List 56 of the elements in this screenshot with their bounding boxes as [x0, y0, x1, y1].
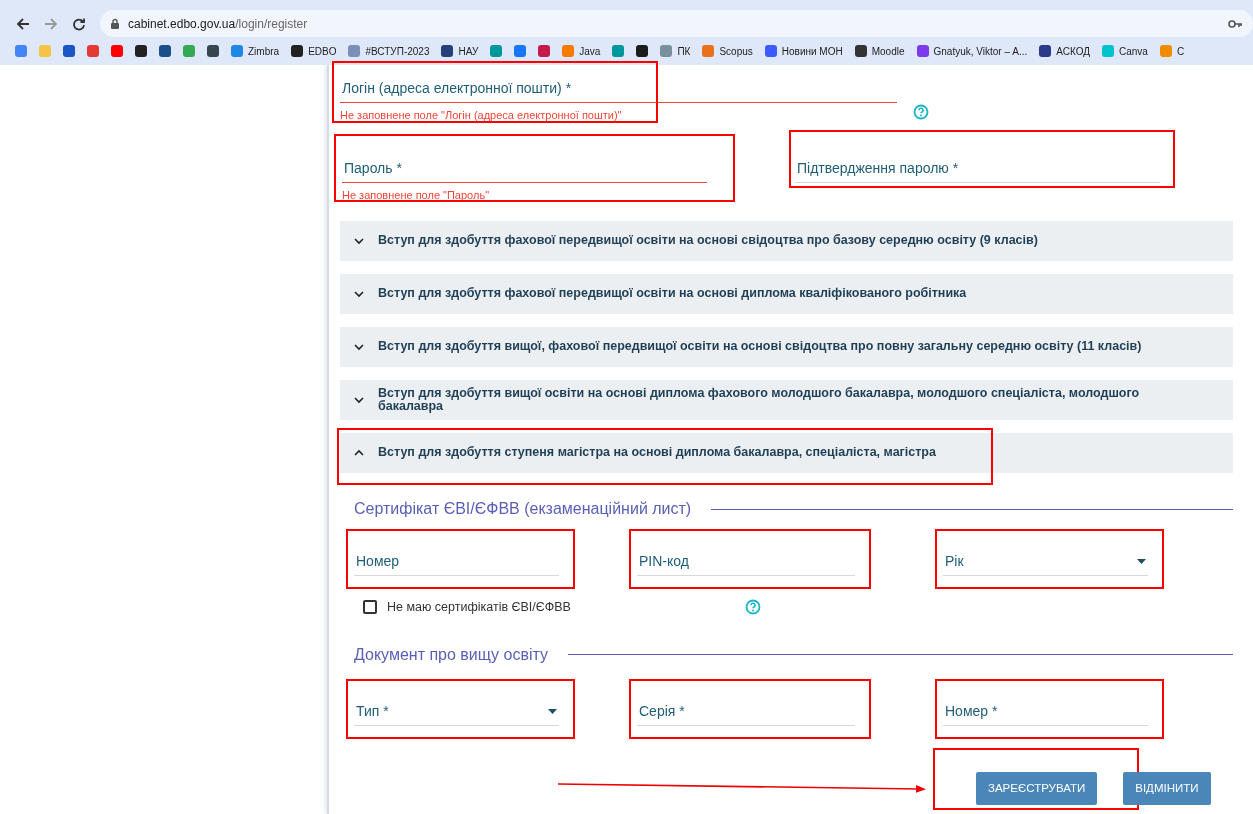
bookmark-icon[interactable]: [207, 45, 219, 57]
back-icon[interactable]: [16, 16, 30, 31]
input-field[interactable]: Пароль *: [342, 153, 707, 183]
help-icon[interactable]: [745, 599, 761, 616]
accordion-title: Вступ для здобуття вищої освіти на основі диплома фахового молодшого бакалавра, молодшого спеціаліста, молодшого бакалавра: [378, 386, 1141, 414]
button[interactable]: ЗАРЕЄСТРУВАТИ: [976, 771, 1098, 805]
bookmark[interactable]: Scopus: [702, 43, 753, 59]
address-bar[interactable]: cabinet.edbo.gov.ua/login/register: [100, 10, 1253, 37]
bookmark[interactable]: Gnatyuk, Viktor – A...: [916, 43, 1028, 59]
checkbox[interactable]: [363, 600, 377, 615]
accordion-header[interactable]: Вступ для здобуття ступеня магістра на основі диплома бакалавра, спеціаліста, магістра: [340, 433, 1233, 473]
bookmark[interactable]: EDBO: [291, 43, 337, 59]
reload-icon[interactable]: [72, 16, 86, 31]
bookmark[interactable]: #ВСТУП-2023: [348, 43, 430, 59]
bookmark[interactable]: C: [1159, 43, 1185, 59]
accordion-title: Вступ для здобуття фахової передвищої освіти на основі диплома кваліфікованого робітника: [378, 287, 967, 301]
input-field[interactable]: Логін (адреса електронної пошти) *: [340, 74, 897, 103]
bookmark[interactable]: ПК: [660, 43, 691, 59]
section-title: Сертифікат ЄВІ/ЄФВВ (екзаменаційний лист): [354, 499, 692, 519]
bookmark-icon[interactable]: [135, 45, 147, 57]
key-icon[interactable]: [1228, 18, 1243, 29]
section-title: Документ про вищу освіту: [354, 644, 548, 665]
accordion-header[interactable]: Вступ для здобуття вищої, фахової передвищої освіти на основі свідоцтва про повну загальну середню освіту (11 класів): [340, 327, 1233, 367]
caret-icon: [548, 708, 557, 714]
url-path: /login/register: [235, 15, 308, 33]
error-message: Не заповнене поле "Пароль": [342, 187, 491, 203]
lock-icon: [110, 17, 120, 30]
bookmark[interactable]: Canva: [1102, 43, 1148, 59]
accordion-title: Вступ для здобуття ступеня магістра на основі диплома бакалавра, спеціаліста, магістра: [378, 446, 936, 460]
bookmark[interactable]: Новини МОН: [764, 43, 843, 59]
chevron-icon: [354, 237, 364, 245]
dropdown[interactable]: Рік: [943, 547, 1148, 576]
chevron-icon: [354, 343, 364, 351]
bookmark[interactable]: Java: [562, 43, 601, 59]
chevron-icon: [354, 290, 364, 298]
url-host: cabinet.edbo.gov.ua: [128, 15, 236, 33]
forward-icon[interactable]: [44, 16, 58, 31]
accordion-title: Вступ для здобуття вищої, фахової передвищої освіти на основі свідоцтва про повну загальну середню освіту (11 класів): [378, 340, 1142, 354]
chevron-icon: [354, 449, 364, 457]
bookmark[interactable]: Moodle: [854, 43, 905, 59]
bookmark[interactable]: Zimbra: [231, 43, 280, 59]
dropdown[interactable]: Тип *: [354, 696, 559, 726]
accordion-header[interactable]: Вступ для здобуття фахової передвищої освіти на основі свідоцтва про базову середню освіту (9 класів): [340, 221, 1233, 261]
bookmark-icon[interactable]: [159, 45, 171, 57]
accordion-title: Вступ для здобуття фахової передвищої освіти на основі свідоцтва про базову середню освіту (9 класів): [378, 234, 1038, 248]
accordion-header[interactable]: Вступ для здобуття фахової передвищої освіти на основі диплома кваліфікованого робітника: [340, 274, 1233, 314]
bookmark[interactable]: АСКОД: [1039, 43, 1090, 59]
error-message: Не заповнене поле "Логін (адреса електронної пошти)": [340, 108, 623, 123]
checkbox-label: Не маю сертифікатів ЄВІ/ЄФВВ: [387, 599, 572, 616]
help-icon[interactable]: [913, 104, 929, 121]
chevron-icon: [354, 396, 364, 404]
bookmark[interactable]: НАУ: [441, 43, 479, 59]
accordion-header[interactable]: Вступ для здобуття вищої освіти на основі диплома фахового молодшого бакалавра, молодшого спеціаліста, молодшого бакалавра: [340, 380, 1233, 420]
button[interactable]: ВІДМІНИТИ: [1123, 771, 1211, 805]
bookmark-icon[interactable]: [636, 45, 649, 57]
caret-icon: [1137, 559, 1146, 564]
